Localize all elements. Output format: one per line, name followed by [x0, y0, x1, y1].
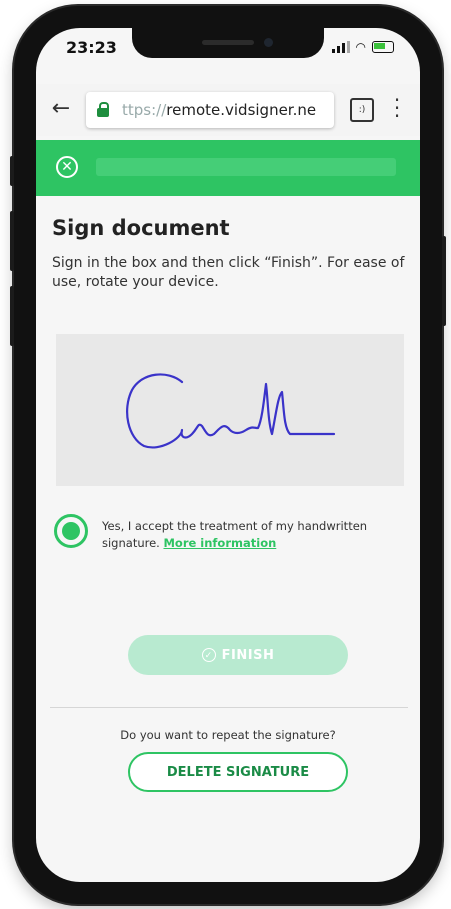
page-title: Sign document — [52, 216, 230, 240]
status-time: 23:23 — [66, 38, 117, 57]
url-prefix: ttps:// — [122, 101, 167, 119]
front-camera — [264, 38, 273, 47]
mute-switch — [10, 156, 14, 186]
status-icons: ◠ — [331, 40, 394, 54]
volume-up-button — [10, 211, 14, 271]
phone-frame: 23:23 ◠ ← ttps://remote.vidsigner.ne :) … — [10, 6, 446, 904]
signal-icon — [331, 41, 350, 53]
wifi-icon: ◠ — [355, 40, 366, 54]
volume-down-button — [10, 286, 14, 346]
tabs-icon[interactable]: :) — [350, 98, 374, 122]
finish-label: FINISH — [221, 647, 275, 663]
obscured-banner-text — [96, 158, 396, 176]
notch — [132, 28, 324, 58]
url-bar[interactable]: ttps://remote.vidsigner.ne — [86, 92, 334, 128]
header-banner: ✕ — [36, 140, 420, 196]
browser-toolbar: ← ttps://remote.vidsigner.ne :) · · · — [36, 84, 420, 136]
divider — [50, 707, 408, 708]
consent-radio[interactable] — [54, 514, 88, 548]
signature-pad[interactable] — [56, 334, 404, 486]
delete-signature-button[interactable]: DELETE SIGNATURE — [128, 752, 348, 792]
battery-icon — [372, 41, 394, 53]
close-icon[interactable]: ✕ — [56, 156, 78, 178]
finish-button[interactable]: ✓ FINISH — [128, 635, 348, 675]
consent-text: Yes, I accept the treatment of my handwr… — [102, 518, 402, 552]
phone-screen: 23:23 ◠ ← ttps://remote.vidsigner.ne :) … — [36, 28, 420, 882]
lock-icon — [96, 102, 110, 117]
instructions-text: Sign in the box and then click “Finish”.… — [52, 255, 405, 290]
signature-stroke — [126, 373, 336, 449]
repeat-question: Do you want to repeat the signature? — [120, 728, 336, 742]
menu-dots-icon[interactable]: · · · — [392, 90, 402, 126]
url-text: ttps://remote.vidsigner.ne — [122, 101, 328, 119]
url-host: remote.vidsigner.ne — [166, 101, 317, 119]
power-button — [442, 236, 446, 326]
more-information-link[interactable]: More information — [163, 536, 276, 550]
back-arrow-icon[interactable]: ← — [48, 96, 74, 122]
check-icon: ✓ — [201, 648, 216, 662]
speaker — [202, 40, 254, 45]
